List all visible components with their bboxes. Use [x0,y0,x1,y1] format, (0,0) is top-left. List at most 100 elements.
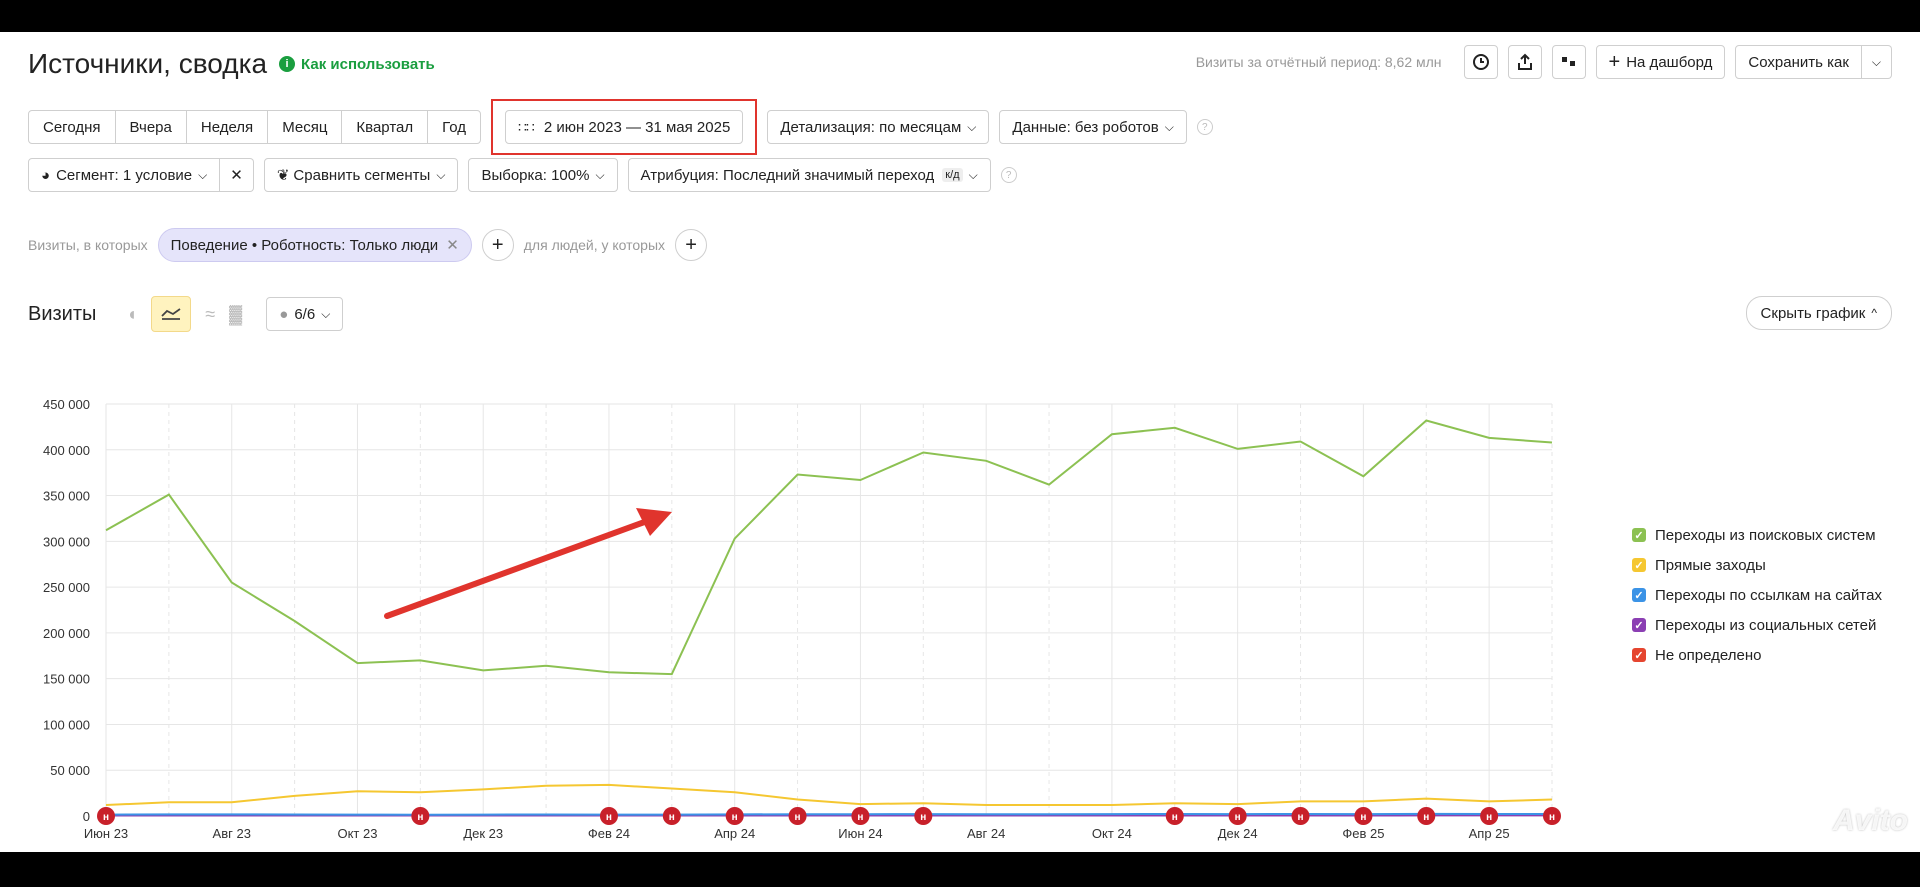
condition-suffix: для людей, у которых [523,237,666,253]
condition-prefix: Визиты, в которых [28,237,148,253]
annotation-marker-letter-icon: н [1235,812,1241,823]
x-tick-label: Дек 24 [1218,826,1258,841]
series-line [105,419,1553,676]
annotation-marker-letter-icon: н [1423,812,1429,823]
checkbox-icon: ✓ [1632,588,1646,602]
annotation-marker-letter-icon: н [1486,812,1492,823]
pie-icon: ◕ [41,166,51,184]
add-to-dashboard-button[interactable]: + На дашборд [1595,45,1726,79]
period-tab-quarter[interactable]: Квартал [342,111,429,143]
x-tick-label: Апр 24 [714,826,755,841]
comment-icon: ● [279,305,289,323]
x-tick-label: Апр 25 [1469,826,1510,841]
save-as-button[interactable]: Сохранить как [1735,45,1862,79]
annotation-marker-letter-icon: н [857,812,863,823]
legend-item-social[interactable]: ✓ Переходы из социальных сетей [1632,610,1882,640]
period-tab-month[interactable]: Месяц [268,111,343,143]
period-tabs: Сегодня Вчера Неделя Месяц Квартал Год [28,110,482,144]
help-icon[interactable]: ? [1196,119,1213,135]
legend-item-search[interactable]: ✓ Переходы из поисковых систем [1632,520,1882,550]
visits-title: Визиты [28,302,97,325]
date-range-highlight: ∷∷ 2 июн 2023 — 31 мая 2025 [491,99,758,155]
y-tick-label: 100 000 [43,717,90,732]
add-user-condition-button[interactable]: + [675,229,708,261]
visits-period-text: Визиты за отчётный период: 8,62 млн [1195,54,1442,70]
bar-chart-icon[interactable]: ▓ [229,304,242,325]
period-tab-week[interactable]: Неделя [187,111,269,143]
feedback-button[interactable] [1551,45,1586,79]
close-icon: ✕ [230,167,243,184]
chevron-down-icon: ⌵ [595,167,605,182]
chevron-up-icon: ^ [1871,306,1877,320]
compare-segments-dropdown[interactable]: ❦ Сравнить сегменты ⌵ [263,158,459,192]
period-tab-today[interactable]: Сегодня [29,111,116,143]
checkbox-icon: ✓ [1632,558,1646,572]
how-to-use-link[interactable]: Как использовать [301,56,435,73]
export-button[interactable] [1507,45,1542,79]
clear-segment-button[interactable]: ✕ [220,158,254,192]
y-tick-label: 450 000 [43,397,90,412]
period-tab-yesterday[interactable]: Вчера [116,111,187,143]
chevron-down-icon: ⌵ [1871,54,1881,69]
close-icon[interactable]: ✕ [446,236,459,254]
detail-dropdown[interactable]: Детализация: по месяцам ⌵ [767,110,990,144]
save-as-dropdown[interactable]: ⌵ [1861,45,1892,79]
legend-item-direct[interactable]: ✓ Прямые заходы [1632,550,1882,580]
chevron-down-icon: ⌵ [967,119,977,134]
annotation-marker-letter-icon: н [795,812,801,823]
hide-chart-row: Скрыть график ^ [1745,296,1892,330]
date-range-button[interactable]: ∷∷ 2 июн 2023 — 31 мая 2025 [505,110,744,144]
quote-icon [1561,57,1575,66]
checkbox-icon: ✓ [1632,528,1646,542]
x-tick-label: Авг 23 [213,826,251,841]
watermark: Avito [1833,804,1908,837]
legend: ✓ Переходы из поисковых систем ✓ Прямые … [1632,520,1882,670]
data-dropdown[interactable]: Данные: без роботов ⌵ [999,110,1187,144]
add-condition-button[interactable]: + [481,229,514,261]
clock-icon [1472,54,1489,70]
upload-icon [1517,53,1532,70]
chevron-down-icon: ⌵ [968,167,978,182]
chevron-down-icon: ⌵ [1164,119,1174,134]
x-tick-label: Фев 25 [1342,826,1384,841]
condition-chip[interactable]: Поведение • Роботность: Только люди ✕ [157,228,472,262]
legend-item-links[interactable]: ✓ Переходы по ссылкам на сайтах [1632,580,1882,610]
segment-dropdown[interactable]: ◕ Сегмент: 1 условие ⌵ [28,158,221,192]
period-row: Сегодня Вчера Неделя Месяц Квартал Год ∷… [28,99,1213,155]
series-line [105,783,1553,806]
y-tick-label: 150 000 [43,672,90,687]
history-button[interactable] [1463,45,1498,79]
annotation-marker-letter-icon: н [669,812,675,823]
y-tick-label: 350 000 [43,489,90,504]
period-tab-year[interactable]: Год [428,111,480,143]
x-tick-label: Авг 24 [967,826,1005,841]
pie-chart-icon[interactable]: ◖ [126,304,137,325]
annotations-dropdown[interactable]: ● 6/6 ⌵ [266,297,344,331]
attribution-dropdown[interactable]: Атрибуция: Последний значимый переход к/… [627,158,991,192]
chart-toolbar: Визиты ◖ ≈ ▓ ● 6/6 ⌵ [28,296,344,332]
info-icon[interactable]: i [279,56,296,72]
calendar-icon: ∷∷ [518,118,535,135]
sample-dropdown[interactable]: Выборка: 100% ⌵ [468,158,618,192]
x-tick-label: Июн 23 [84,826,128,841]
annotation-marker-letter-icon: н [606,812,612,823]
annotation-marker-letter-icon: н [417,812,423,823]
y-tick-label: 50 000 [50,763,90,778]
hide-chart-button[interactable]: Скрыть график ^ [1745,296,1892,330]
chevron-down-icon: ⌵ [436,167,446,182]
area-chart-icon[interactable]: ≈ [205,304,215,325]
red-arrow-shaft [384,517,653,619]
page-title: Источники, сводка [28,48,268,79]
segment-group: ◕ Сегмент: 1 условие ⌵ ✕ [28,158,254,192]
annotation-marker-letter-icon: н [103,812,109,823]
line-chart-icon [161,308,181,320]
x-tick-label: Июн 24 [838,826,882,841]
series-line [105,812,1552,816]
line-chart-button[interactable] [151,296,192,332]
y-tick-label: 0 [83,809,90,824]
attribution-badge: к/д [942,168,963,182]
legend-item-unknown[interactable]: ✓ Не определено [1632,640,1882,670]
help-icon[interactable]: ? [1000,167,1017,183]
y-tick-label: 200 000 [43,626,90,641]
chevron-down-icon: ⌵ [321,306,331,321]
